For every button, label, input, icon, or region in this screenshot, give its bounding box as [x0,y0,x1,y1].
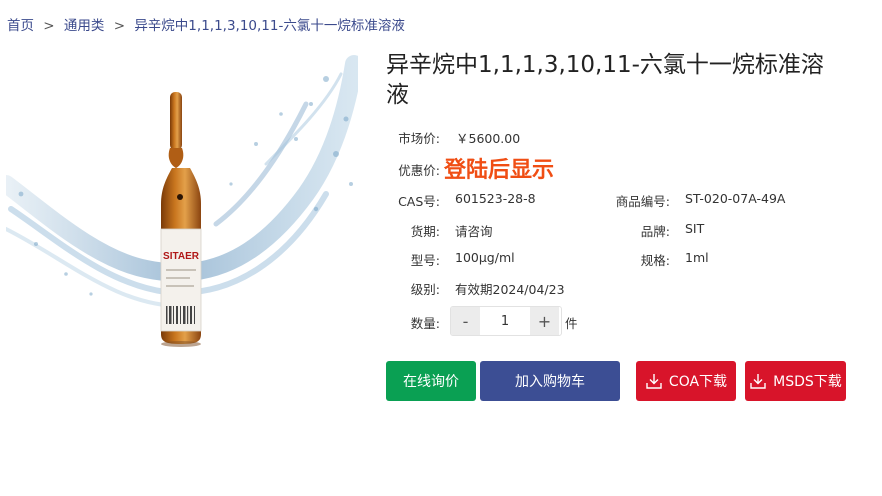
quantity-increase-button[interactable]: + [530,307,559,335]
delivery-value: 请咨询 [455,224,493,239]
msds-download-button[interactable]: MSDS下载 [745,361,846,401]
spec-value: 1ml [685,250,709,265]
breadcrumb-separator: > [113,18,126,34]
cas-label: CAS号: [398,194,440,209]
quantity-input[interactable] [480,307,530,335]
quantity-decrease-button[interactable]: - [451,307,480,335]
special-price-value: 登陆后显示 [444,158,555,183]
grade-label: 级别: [410,282,440,297]
market-price-value: ￥5600.00 [456,131,521,146]
quantity-unit: 件 [565,316,578,331]
msds-download-label: MSDS下载 [773,374,842,390]
grade-value: 有效期2024/04/23 [455,282,565,297]
ampoule-icon: SITAER [160,92,202,347]
model-label: 型号: [410,253,440,268]
add-to-cart-button[interactable]: 加入购物车 [480,361,620,401]
item-no-label: 商品编号: [615,194,670,209]
spec-label: 规格: [640,253,670,268]
brand-label: 品牌: [640,224,670,239]
market-price-label: 市场价: [398,131,440,146]
brand-value: SIT [685,221,705,236]
download-icon [646,374,662,389]
breadcrumb-category[interactable]: 通用类 [64,18,105,34]
breadcrumb-current[interactable]: 异辛烷中1,1,1,3,10,11-六氯十一烷标准溶液 [134,18,405,34]
ampoule-label-text: SITAER [163,251,200,262]
breadcrumb: 首页 > 通用类 > 异辛烷中1,1,1,3,10,11-六氯十一烷标准溶液 [7,14,405,34]
product-image: SITAER [6,55,358,347]
special-price-label: 优惠价: [398,163,440,178]
delivery-label: 货期: [410,224,440,239]
product-title: 异辛烷中1,1,1,3,10,11-六氯十一烷标准溶液 [386,52,824,108]
breadcrumb-separator: > [43,18,55,34]
cas-value: 601523-28-8 [455,191,536,206]
inquiry-button[interactable]: 在线询价 [386,361,476,401]
inquiry-button-label: 在线询价 [403,374,459,390]
coa-download-label: COA下载 [668,374,728,390]
model-value: 100μg/ml [455,250,515,265]
quantity-label: 数量: [410,316,440,331]
download-icon [750,374,766,389]
breadcrumb-home[interactable]: 首页 [7,18,34,34]
add-to-cart-label: 加入购物车 [515,374,585,390]
item-no-value: ST-020-07A-49A [685,191,786,206]
coa-download-button[interactable]: COA下载 [636,361,736,401]
quantity-stepper[interactable]: - + [450,306,562,336]
